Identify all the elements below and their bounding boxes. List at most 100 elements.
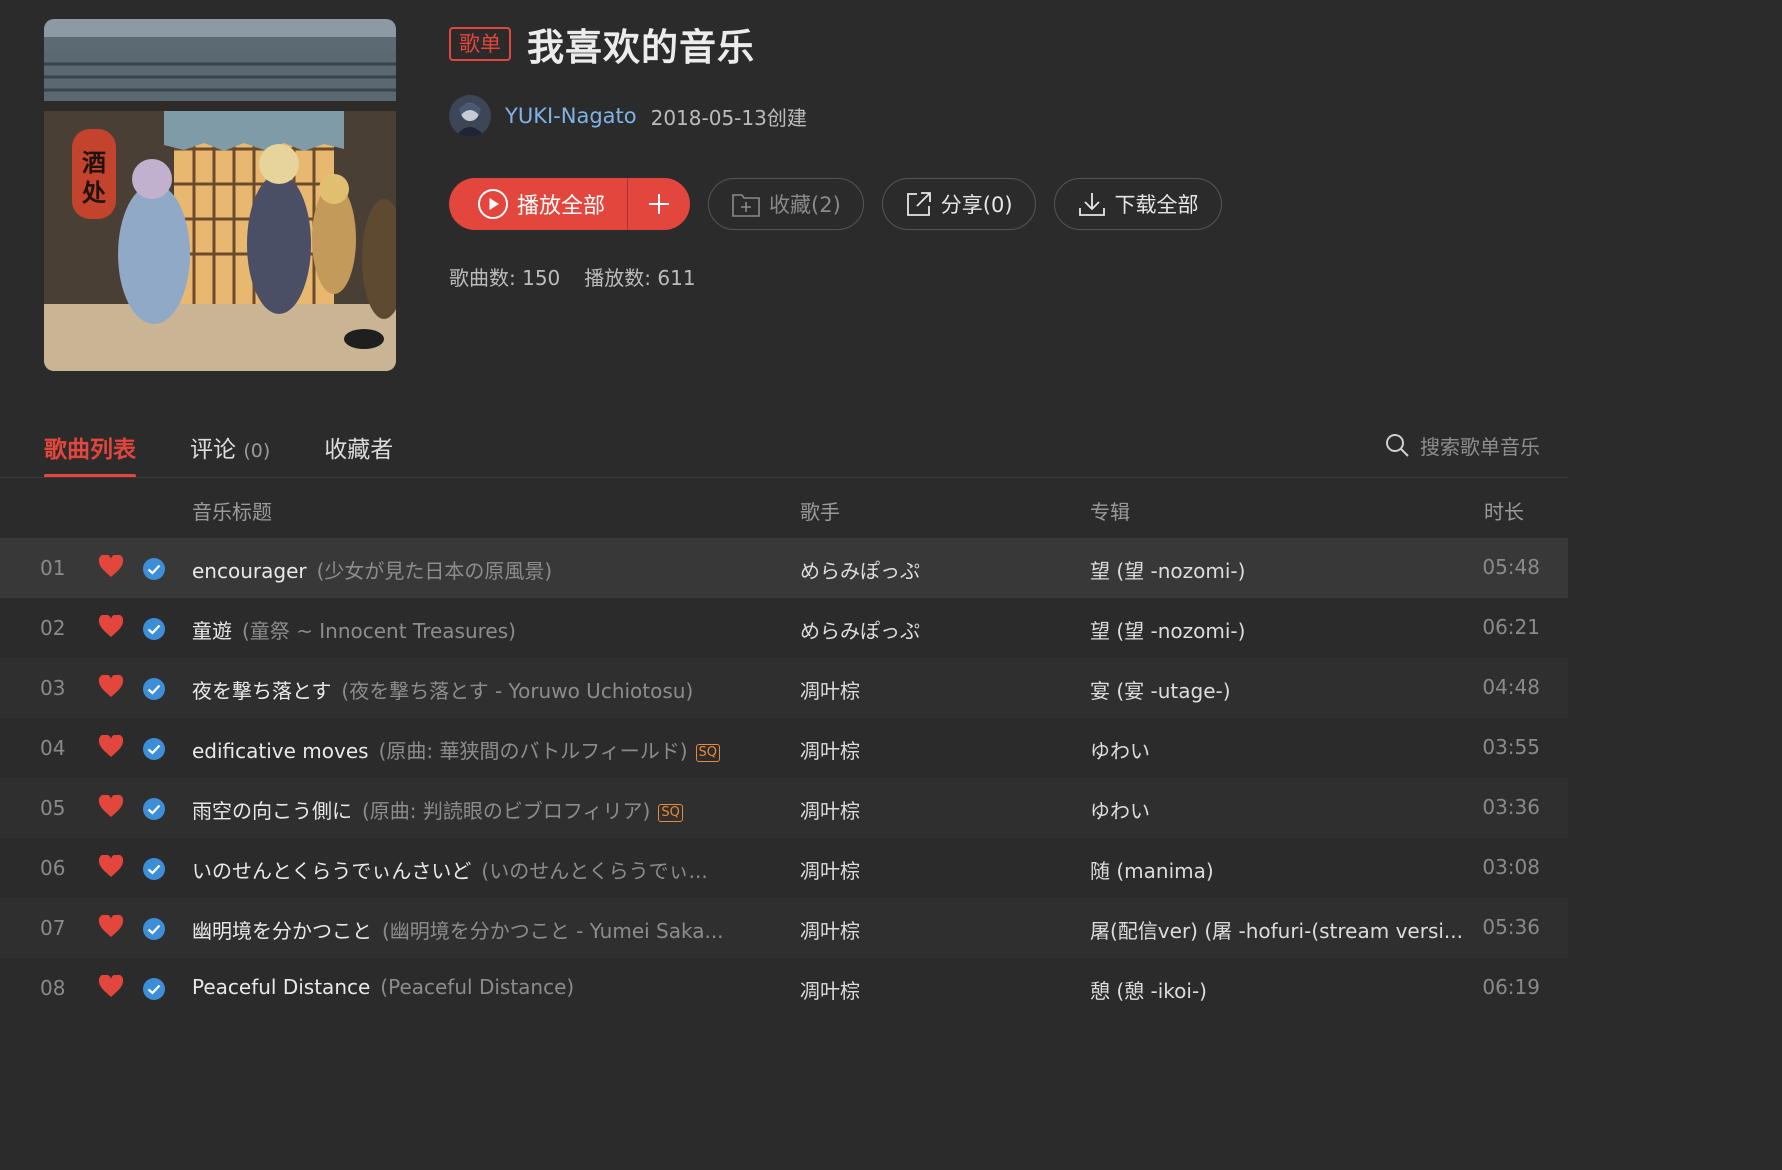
plus-icon bbox=[649, 194, 670, 214]
playlist-search[interactable]: 搜索歌单音乐 bbox=[1384, 430, 1540, 460]
song-subtitle: (Peaceful Distance) bbox=[380, 975, 575, 999]
song-title-cell: 雨空の向こう側に (原曲: 判読眼のビブロフィリア) SQ bbox=[192, 795, 760, 824]
song-title: 童遊 bbox=[192, 619, 232, 643]
favorite-button[interactable]: 收藏(2) bbox=[708, 178, 864, 230]
share-button[interactable]: 分享(0) bbox=[881, 178, 1036, 230]
song-title-cell: 幽明境を分かつこと (幽明境を分かつこと - Yumei Saka... bbox=[192, 915, 760, 944]
table-row[interactable]: 04 edificative moves (原曲: 華狭間のバトルフィールド) SQ… bbox=[0, 718, 1568, 778]
creator-avatar[interactable] bbox=[449, 95, 491, 137]
col-artist[interactable]: 歌手 bbox=[800, 496, 840, 525]
tab-song-list-label: 歌曲列表 bbox=[44, 437, 136, 463]
track-number: 02 bbox=[40, 616, 66, 640]
track-number: 01 bbox=[40, 556, 66, 580]
song-title-cell: 夜を撃ち落とす (夜を撃ち落とす - Yoruwo Uchiotosu) bbox=[192, 675, 760, 704]
heart-icon[interactable] bbox=[98, 915, 124, 939]
song-album[interactable]: ゆわい bbox=[1090, 735, 1470, 764]
heart-icon[interactable] bbox=[98, 735, 124, 759]
svg-text:处: 处 bbox=[81, 179, 106, 207]
song-artist[interactable]: 凋叶棕 bbox=[800, 735, 860, 764]
song-title-cell: 童遊 (童祭 ~ Innocent Treasures) bbox=[192, 615, 760, 644]
table-row[interactable]: 08 Peaceful Distance (Peaceful Distance) … bbox=[0, 958, 1568, 1018]
heart-icon[interactable] bbox=[98, 975, 124, 999]
tab-song-list[interactable]: 歌曲列表 bbox=[44, 430, 136, 478]
tab-subscribers[interactable]: 收藏者 bbox=[324, 430, 393, 478]
song-album[interactable]: 望 (望 -nozomi-) bbox=[1090, 615, 1470, 644]
table-row[interactable]: 01 encourager (少女が見た日本の原風景) めらみぽっぷ 望 (望 -… bbox=[0, 538, 1568, 598]
song-title: 夜を撃ち落とす bbox=[192, 679, 332, 703]
song-subtitle: (童祭 ~ Innocent Treasures) bbox=[242, 619, 516, 643]
song-subtitle: (幽明境を分かつこと - Yumei Saka... bbox=[382, 919, 724, 943]
playlist-stats: 歌曲数: 150 播放数: 611 bbox=[449, 262, 696, 291]
song-subtitle: (原曲: 華狭間のバトルフィールド) bbox=[378, 739, 688, 763]
col-title[interactable]: 音乐标题 bbox=[192, 496, 272, 525]
song-album[interactable]: 随 (manima) bbox=[1090, 855, 1470, 884]
tab-comments-label: 评论 bbox=[190, 437, 236, 463]
play-all-label: 播放全部 bbox=[517, 194, 606, 219]
check-circle-icon bbox=[143, 558, 165, 580]
song-subtitle: (いのせんとくらうでぃ... bbox=[481, 859, 708, 883]
song-artist[interactable]: めらみぽっぷ bbox=[800, 615, 920, 644]
heart-icon[interactable] bbox=[98, 555, 124, 579]
col-album[interactable]: 专辑 bbox=[1090, 496, 1130, 525]
table-row[interactable]: 02 童遊 (童祭 ~ Innocent Treasures) めらみぽっぷ 望 … bbox=[0, 598, 1568, 658]
table-row[interactable]: 05 雨空の向こう側に (原曲: 判読眼のビブロフィリア) SQ 凋叶棕 ゆわい 0… bbox=[0, 778, 1568, 838]
song-title: いのせんとくらうでぃんさいど bbox=[192, 859, 472, 883]
song-album[interactable]: 屠(配信ver) (屠 -hofuri-(stream versi... bbox=[1090, 915, 1470, 944]
table-row[interactable]: 07 幽明境を分かつこと (幽明境を分かつこと - Yumei Saka... 凋… bbox=[0, 898, 1568, 958]
heart-icon[interactable] bbox=[98, 795, 124, 819]
tab-divider bbox=[0, 477, 1568, 478]
heart-icon[interactable] bbox=[98, 855, 124, 879]
download-icon bbox=[1078, 193, 1105, 216]
table-row[interactable]: 06 いのせんとくらうでぃんさいど (いのせんとくらうでぃ... 凋叶棕 随 (m… bbox=[0, 838, 1568, 898]
comments-count: (0) bbox=[243, 440, 271, 462]
search-input[interactable]: 搜索歌单音乐 bbox=[1420, 431, 1540, 460]
playlist-cover[interactable]: 酒 处 bbox=[44, 19, 396, 371]
download-all-button[interactable]: 下载全部 bbox=[1053, 178, 1222, 230]
playlist-tabs: 歌曲列表 评论 (0) 收藏者 bbox=[44, 430, 393, 478]
song-artist[interactable]: 凋叶棕 bbox=[800, 975, 860, 1004]
playlist-title: 我喜欢的音乐 bbox=[527, 26, 755, 69]
song-album[interactable]: ゆわい bbox=[1090, 795, 1470, 824]
song-duration: 04:48 bbox=[1482, 675, 1540, 699]
song-artist[interactable]: 凋叶棕 bbox=[800, 855, 860, 884]
col-duration[interactable]: 时长 bbox=[1484, 496, 1524, 525]
song-duration: 03:55 bbox=[1482, 735, 1540, 759]
song-album[interactable]: 憩 (憩 -ikoi-) bbox=[1090, 975, 1470, 1004]
play-all-button[interactable]: 播放全部 bbox=[449, 178, 627, 230]
playlist-title-row: 歌单 我喜欢的音乐 bbox=[449, 22, 755, 69]
download-all-label: 下载全部 bbox=[1114, 193, 1199, 217]
song-title: edificative moves bbox=[192, 739, 369, 763]
song-duration: 03:08 bbox=[1482, 855, 1540, 879]
song-artist[interactable]: 凋叶棕 bbox=[800, 915, 860, 944]
song-title-cell: Peaceful Distance (Peaceful Distance) bbox=[192, 975, 760, 999]
check-circle-icon bbox=[143, 618, 165, 640]
svg-text:酒: 酒 bbox=[82, 149, 106, 177]
track-number: 04 bbox=[40, 736, 66, 760]
song-artist[interactable]: 凋叶棕 bbox=[800, 795, 860, 824]
tab-comments[interactable]: 评论 (0) bbox=[190, 430, 270, 478]
heart-icon[interactable] bbox=[98, 615, 124, 639]
track-number: 08 bbox=[40, 976, 66, 1000]
folder-plus-icon bbox=[732, 194, 760, 217]
add-to-queue-button[interactable] bbox=[628, 178, 690, 230]
song-duration: 06:21 bbox=[1482, 615, 1540, 639]
check-circle-icon bbox=[143, 978, 165, 1000]
song-subtitle: (少女が見た日本の原風景) bbox=[316, 559, 553, 583]
song-album[interactable]: 望 (望 -nozomi-) bbox=[1090, 555, 1470, 584]
song-duration: 06:19 bbox=[1482, 975, 1540, 999]
creator-name-link[interactable]: YUKI-Nagato bbox=[505, 104, 637, 128]
share-icon bbox=[906, 192, 931, 216]
song-artist[interactable]: めらみぽっぷ bbox=[800, 555, 920, 584]
sq-badge: SQ bbox=[658, 803, 683, 822]
playlist-tag: 歌单 bbox=[449, 27, 511, 61]
song-album[interactable]: 宴 (宴 -utage-) bbox=[1090, 675, 1470, 704]
share-label: 分享(0) bbox=[940, 193, 1013, 217]
track-number: 03 bbox=[40, 676, 66, 700]
song-duration: 03:36 bbox=[1482, 795, 1540, 819]
song-title-cell: いのせんとくらうでぃんさいど (いのせんとくらうでぃ... bbox=[192, 855, 760, 884]
song-artist[interactable]: 凋叶棕 bbox=[800, 675, 860, 704]
song-duration: 05:48 bbox=[1482, 555, 1540, 579]
table-row[interactable]: 03 夜を撃ち落とす (夜を撃ち落とす - Yoruwo Uchiotosu) 凋… bbox=[0, 658, 1568, 718]
track-number: 07 bbox=[40, 916, 66, 940]
heart-icon[interactable] bbox=[98, 675, 124, 699]
